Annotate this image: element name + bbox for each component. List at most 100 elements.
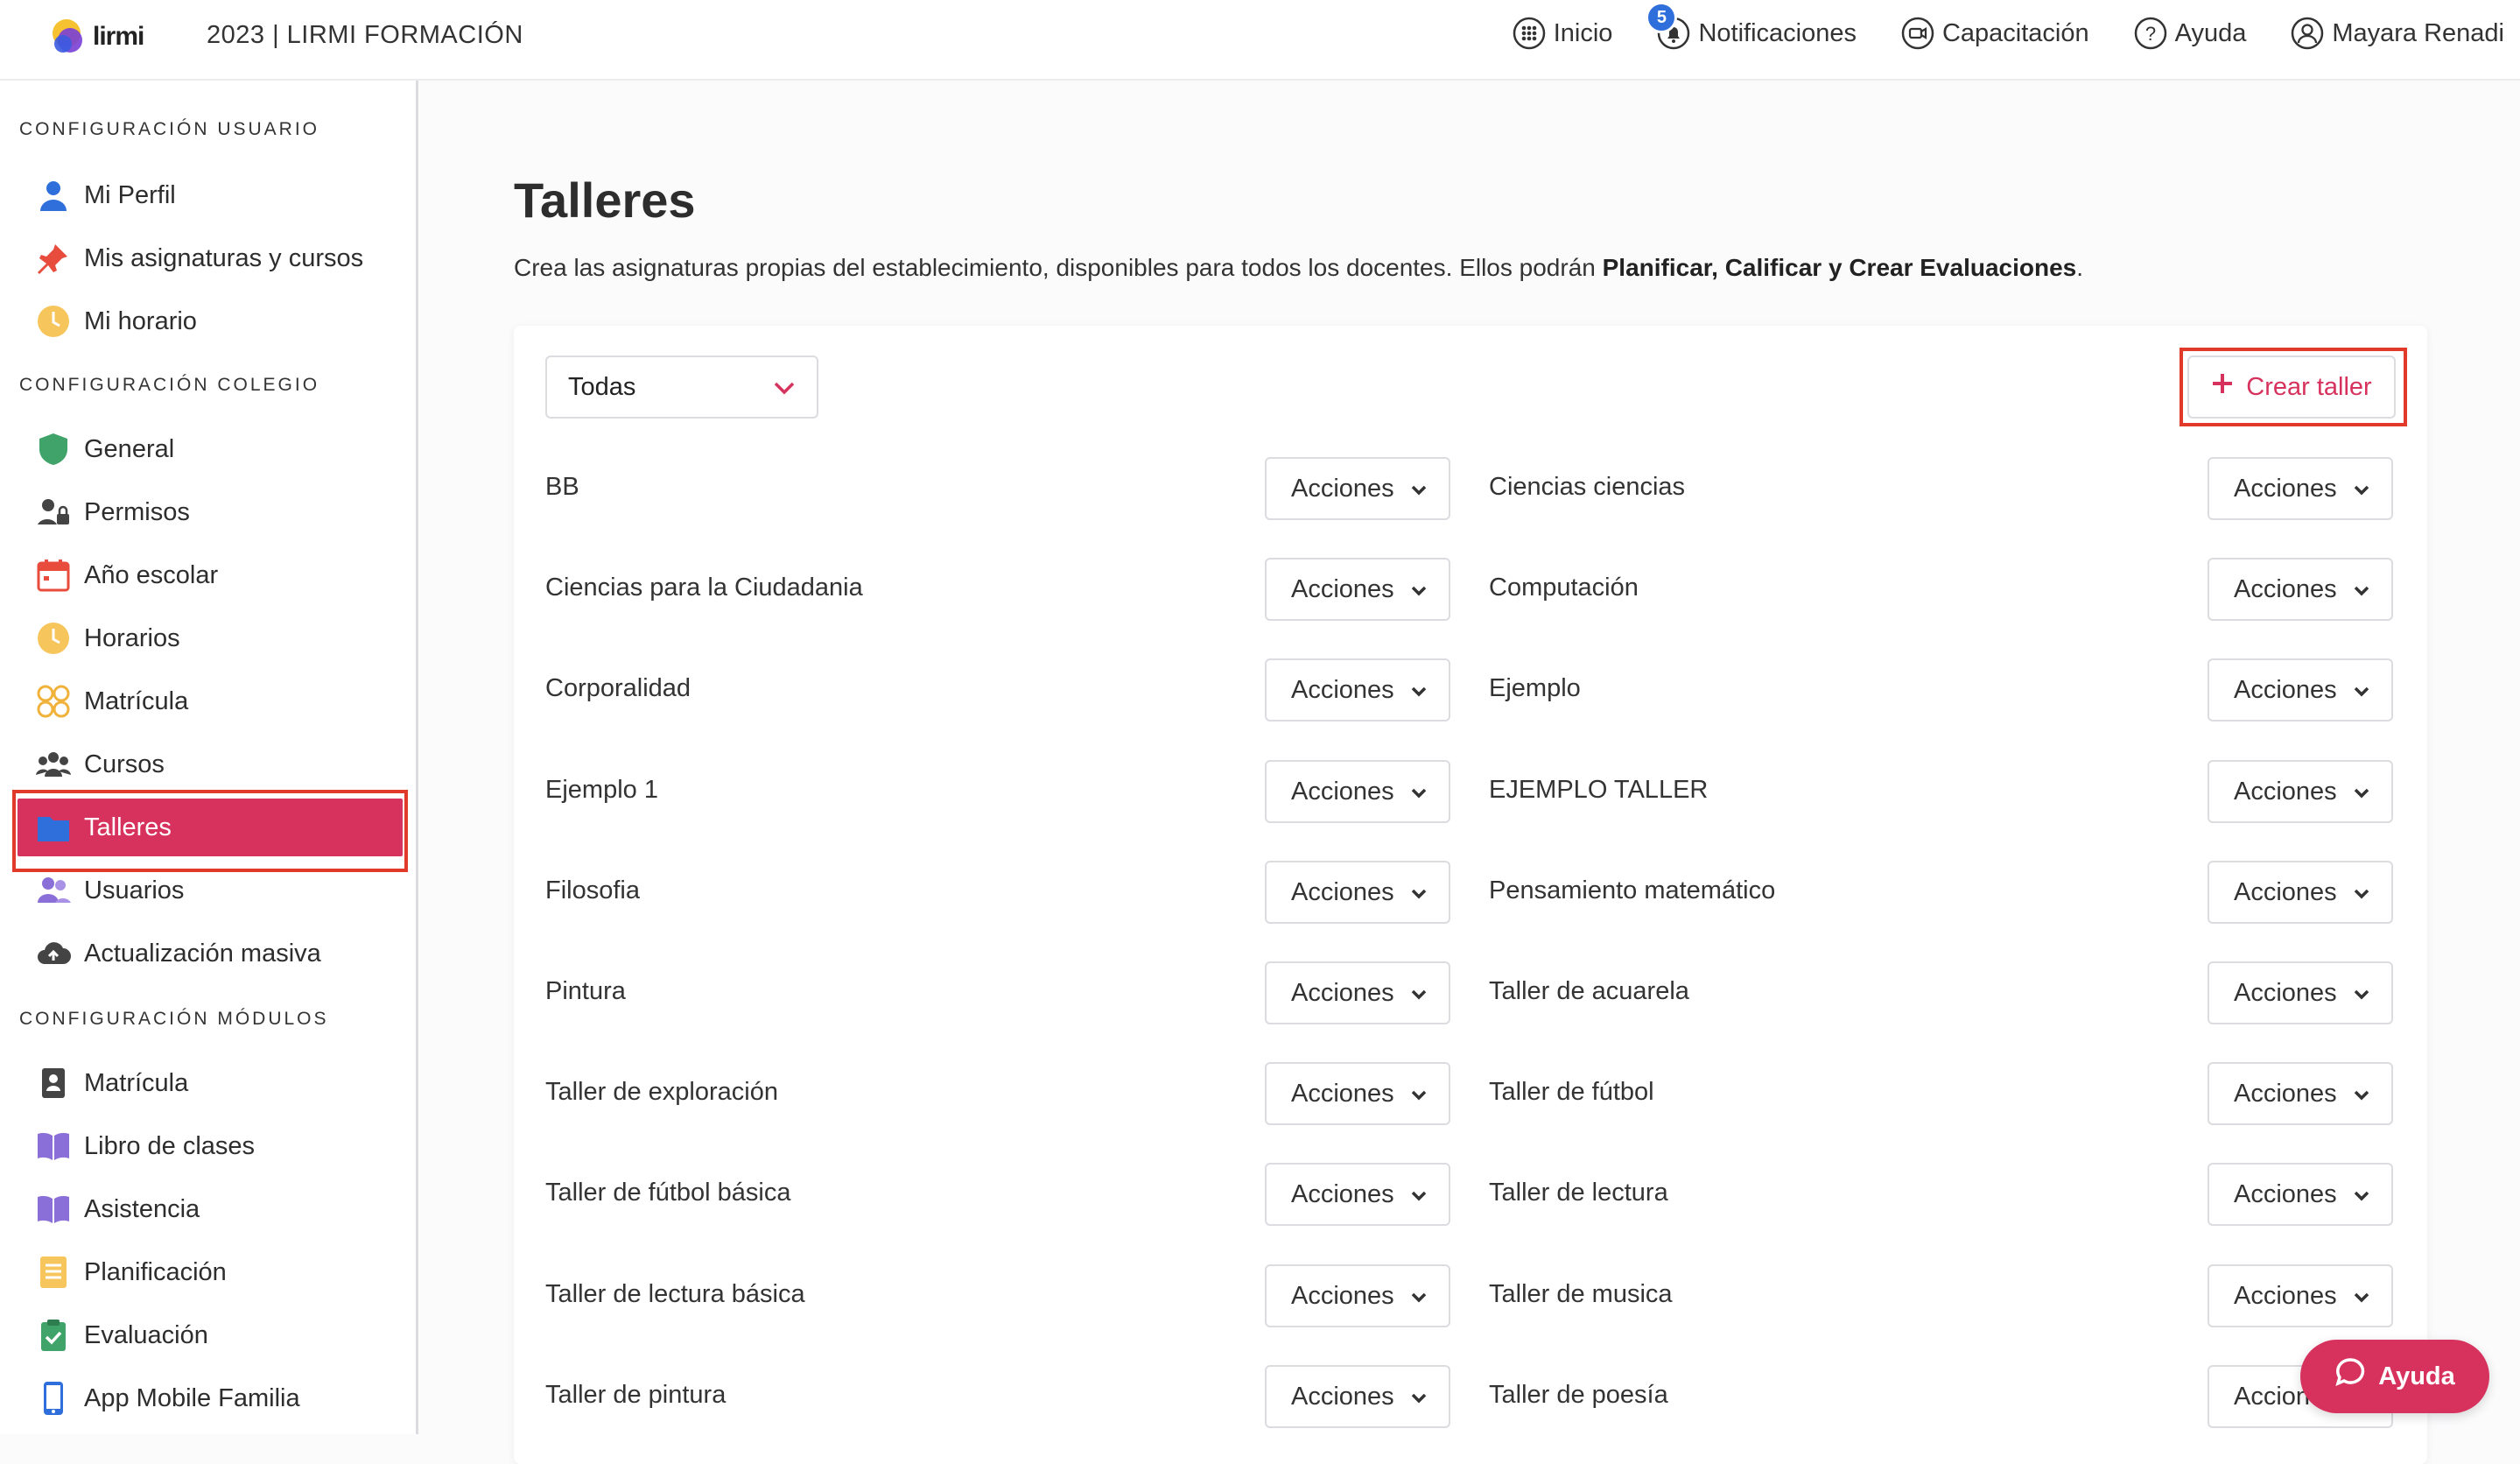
- chevron-down-icon: [1410, 575, 1428, 604]
- workshop-name: Pensamiento matemático: [1489, 876, 1776, 904]
- sidebar-item-label: App Mobile Familia: [84, 1383, 300, 1412]
- sidebar-item-libro-de-clases[interactable]: Libro de clases: [18, 1117, 403, 1175]
- sidebar-item-label: Libro de clases: [84, 1131, 256, 1160]
- actions-label: Acciones: [2234, 474, 2337, 503]
- sidebar-item-mi-perfil[interactable]: Mi Perfil: [18, 166, 403, 224]
- sidebar-item-matricula[interactable]: Matrícula: [18, 672, 403, 730]
- actions-label: Acciones: [1291, 777, 1394, 806]
- workshop-name: Corporalidad: [545, 674, 691, 702]
- sidebar-item-mi-horario[interactable]: Mi horario: [18, 292, 403, 350]
- sidebar-item-usuarios[interactable]: Usuarios: [18, 862, 403, 919]
- actions-dropdown-button[interactable]: Acciones: [1265, 558, 1450, 621]
- workshop-name: Taller de lectura: [1489, 1179, 1668, 1207]
- actions-dropdown-button[interactable]: Acciones: [2208, 961, 2393, 1024]
- help-chat-button[interactable]: Ayuda: [2300, 1340, 2489, 1413]
- actions-dropdown-button[interactable]: Acciones: [2208, 658, 2393, 721]
- sidebar-item-planificacion[interactable]: Planificación: [18, 1243, 403, 1301]
- nav-inicio-label: Inicio: [1553, 18, 1613, 47]
- chevron-down-icon: [2353, 1282, 2370, 1311]
- actions-dropdown-button[interactable]: Acciones: [2208, 558, 2393, 621]
- sidebar-item-ano-escolar[interactable]: Año escolar: [18, 546, 403, 604]
- filter-select[interactable]: Todas: [545, 355, 818, 419]
- sidebar-item-permisos[interactable]: Permisos: [18, 483, 403, 541]
- actions-dropdown-button[interactable]: Acciones: [1265, 1163, 1450, 1226]
- plus-icon: [2211, 372, 2234, 402]
- sidebar-item-mis-asignaturas[interactable]: Mis asignaturas y cursos: [18, 229, 403, 287]
- video-icon: [1900, 16, 1935, 51]
- nav-inicio[interactable]: Inicio: [1512, 16, 1613, 51]
- user-icon: [35, 177, 72, 214]
- chat-bubble-icon: [2334, 1357, 2366, 1396]
- workshop-name: Ciencias ciencias: [1489, 473, 1686, 501]
- actions-dropdown-button[interactable]: Acciones: [1265, 961, 1450, 1024]
- actions-dropdown-button[interactable]: Acciones: [1265, 861, 1450, 924]
- actions-dropdown-button[interactable]: Acciones: [2208, 861, 2393, 924]
- chevron-down-icon: [2353, 575, 2370, 604]
- nav-capacitacion[interactable]: Capacitación: [1900, 16, 2089, 51]
- workshop-name: Ejemplo: [1489, 674, 1581, 702]
- actions-dropdown-button[interactable]: Acciones: [1265, 658, 1450, 721]
- actions-label: Acciones: [1291, 1079, 1394, 1108]
- section-title-colegio: CONFIGURACIÓN COLEGIO: [19, 375, 320, 395]
- logo[interactable]: lirmi: [51, 18, 144, 56]
- question-icon: ?: [2133, 16, 2168, 51]
- sidebar-item-general[interactable]: General: [18, 420, 403, 478]
- sidebar-item-app-mobile-familia[interactable]: App Mobile Familia: [18, 1369, 403, 1427]
- chevron-down-icon: [1410, 676, 1428, 705]
- user-lock-icon: [35, 494, 72, 531]
- actions-dropdown-button[interactable]: Acciones: [2208, 1163, 2393, 1226]
- chevron-down-icon: [2353, 979, 2370, 1008]
- actions-dropdown-button[interactable]: Acciones: [1265, 1365, 1450, 1428]
- actions-dropdown-button[interactable]: Acciones: [1265, 1062, 1450, 1125]
- actions-dropdown-button[interactable]: Acciones: [1265, 760, 1450, 823]
- actions-label: Acciones: [1291, 877, 1394, 906]
- actions-dropdown-button[interactable]: Acciones: [2208, 1264, 2393, 1327]
- chevron-down-icon: [2353, 878, 2370, 907]
- sidebar-item-evaluacion[interactable]: Evaluación: [18, 1306, 403, 1364]
- actions-dropdown-button[interactable]: Acciones: [2208, 760, 2393, 823]
- faces-icon: [35, 683, 72, 720]
- sidebar-item-label: Horarios: [84, 623, 180, 652]
- chevron-down-icon: [1410, 475, 1428, 503]
- actions-dropdown-button[interactable]: Acciones: [2208, 1062, 2393, 1125]
- sidebar-item-label: General: [84, 434, 175, 463]
- actions-label: Acciones: [2234, 978, 2337, 1007]
- workshop-name: Filosofia: [545, 876, 640, 904]
- nav-ayuda[interactable]: ? Ayuda: [2133, 16, 2246, 51]
- svg-text:?: ?: [2145, 23, 2156, 45]
- actions-label: Acciones: [2234, 777, 2337, 806]
- workshop-name: Taller de acuarela: [1489, 977, 1689, 1005]
- chevron-down-icon: [1410, 778, 1428, 806]
- create-workshop-button[interactable]: Crear taller: [2187, 355, 2396, 419]
- sidebar-item-asistencia[interactable]: Asistencia: [18, 1180, 403, 1238]
- workshop-name: Taller de pintura: [545, 1381, 727, 1409]
- sidebar-item-actualizacion-masiva[interactable]: Actualización masiva: [18, 925, 403, 982]
- nav-user[interactable]: Mayara Renadi: [2290, 16, 2504, 51]
- actions-label: Acciones: [2234, 877, 2337, 906]
- description-prefix: Crea las asignaturas propias del estable…: [514, 254, 1603, 281]
- actions-dropdown-button[interactable]: Acciones: [2208, 457, 2393, 520]
- sidebar-item-label: Permisos: [84, 497, 190, 526]
- nav-notificaciones[interactable]: 5 Notificaciones: [1646, 2, 1857, 51]
- sidebar-item-cursos[interactable]: Cursos: [18, 736, 403, 793]
- workshop-name: Ejemplo 1: [545, 776, 658, 804]
- chevron-down-icon: [1410, 1282, 1428, 1311]
- chevron-down-icon: [2353, 475, 2370, 503]
- actions-label: Acciones: [1291, 1382, 1394, 1411]
- actions-dropdown-button[interactable]: Acciones: [1265, 457, 1450, 520]
- help-chat-label: Ayuda: [2378, 1362, 2455, 1390]
- chevron-down-icon: [1410, 1080, 1428, 1109]
- clock-icon: [35, 620, 72, 657]
- workshop-name: Taller de fútbol básica: [545, 1179, 791, 1207]
- sidebar-item-matricula-modulo[interactable]: Matrícula: [18, 1054, 403, 1112]
- description-suffix: .: [2076, 254, 2084, 281]
- section-title-usuario: CONFIGURACIÓN USUARIO: [19, 119, 320, 139]
- sidebar-item-horarios[interactable]: Horarios: [18, 609, 403, 667]
- chevron-down-icon: [2353, 1180, 2370, 1209]
- actions-label: Acciones: [2234, 1281, 2337, 1310]
- actions-dropdown-button[interactable]: Acciones: [1265, 1264, 1450, 1327]
- logo-text: lirmi: [93, 22, 144, 51]
- create-workshop-label: Crear taller: [2246, 372, 2372, 401]
- workshop-name: Computación: [1489, 574, 1639, 602]
- sidebar-item-label: Matrícula: [84, 1068, 189, 1097]
